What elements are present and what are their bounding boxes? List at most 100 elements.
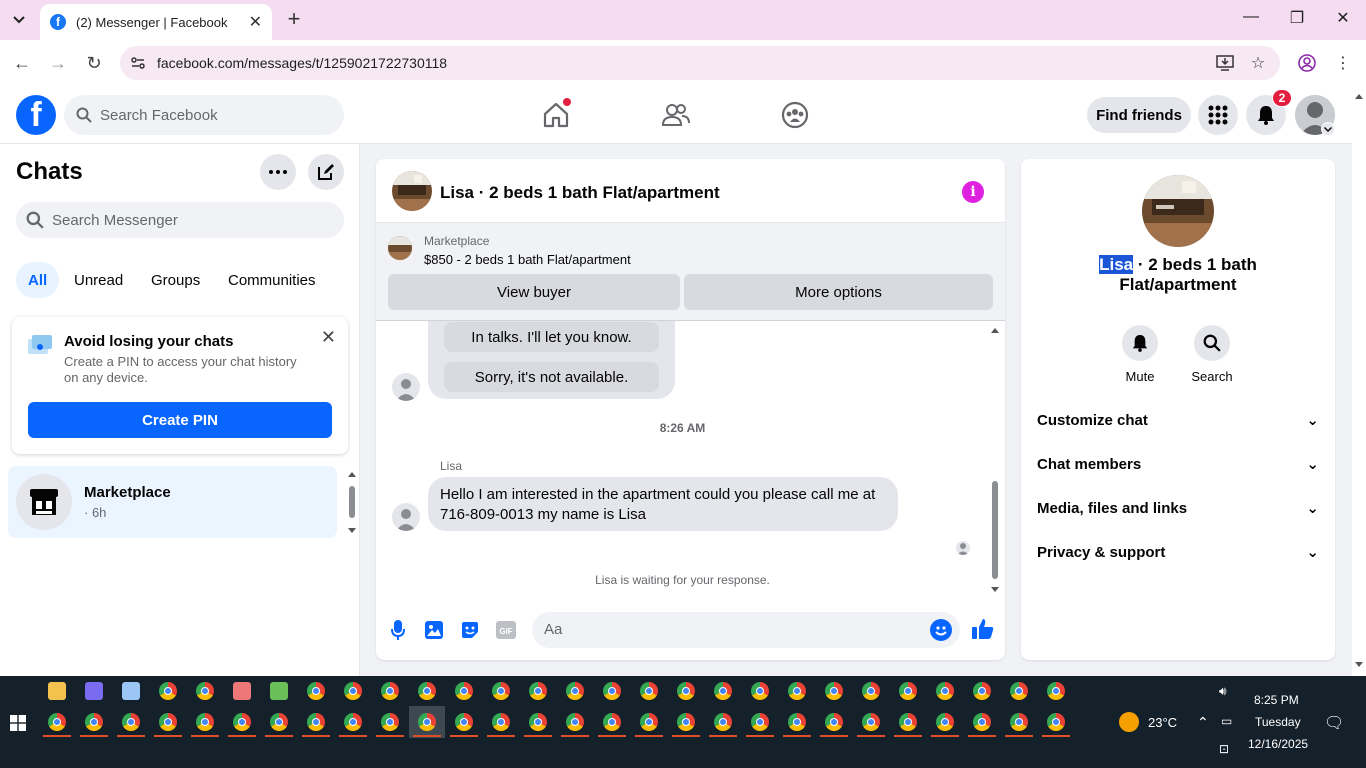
stack-taskbar-icon[interactable]	[270, 682, 288, 700]
facebook-logo[interactable]: f	[16, 95, 56, 135]
filter-all[interactable]: All	[16, 262, 60, 298]
install-app-icon[interactable]	[1216, 54, 1234, 72]
close-tab-icon[interactable]: ✕	[249, 12, 262, 32]
view-buyer-button[interactable]: View buyer	[388, 274, 680, 310]
chrome-window-taskbar-icon[interactable]	[307, 713, 325, 731]
chrome-taskbar-icon[interactable]	[381, 682, 399, 700]
chrome-taskbar-icon[interactable]	[603, 682, 621, 700]
chrome-window-taskbar-icon[interactable]	[566, 713, 584, 731]
chrome-window-taskbar-icon[interactable]	[233, 713, 251, 731]
messenger-search-input[interactable]: Search Messenger	[16, 202, 344, 238]
chrome-taskbar-icon[interactable]	[1047, 682, 1065, 700]
chrome-taskbar-icon[interactable]	[455, 682, 473, 700]
page-scrollbar[interactable]	[1352, 86, 1366, 676]
chrome-window-taskbar-icon[interactable]	[751, 713, 769, 731]
message-bubble[interactable]: Hello I am interested in the apartment c…	[428, 477, 898, 531]
chrome-window-taskbar-icon[interactable]	[973, 713, 991, 731]
chrome-taskbar-icon[interactable]	[566, 682, 584, 700]
chrome-window-taskbar-icon[interactable]	[529, 713, 547, 731]
filter-communities[interactable]: Communities	[216, 262, 328, 298]
chrome-window-taskbar-icon[interactable]	[270, 713, 288, 731]
menu-grid-icon[interactable]	[1198, 95, 1238, 135]
chrome-window-taskbar-icon[interactable]	[603, 713, 621, 731]
keyboard-taskbar-icon[interactable]	[122, 682, 140, 700]
filter-unread[interactable]: Unread	[62, 262, 135, 298]
action-center-icon[interactable]: 🗨︎	[1324, 713, 1344, 733]
chrome-window-taskbar-icon[interactable]	[122, 713, 140, 731]
bookmark-star-icon[interactable]: ☆	[1249, 54, 1267, 72]
chrome-window-taskbar-icon[interactable]	[714, 713, 732, 731]
customize-chat-section[interactable]: Customize chat ⌄	[1037, 408, 1319, 432]
chat-members-section[interactable]: Chat members ⌄	[1037, 452, 1319, 476]
chrome-taskbar-icon[interactable]	[714, 682, 732, 700]
mute-action[interactable]: Mute	[1110, 325, 1170, 384]
chrome-taskbar-icon[interactable]	[677, 682, 695, 700]
chrome-taskbar-icon[interactable]	[788, 682, 806, 700]
privacy-support-section[interactable]: Privacy & support ⌄	[1037, 540, 1319, 564]
chrome-window-taskbar-icon[interactable]	[48, 713, 66, 731]
close-window-button[interactable]: ✕	[1320, 8, 1366, 28]
close-icon[interactable]: ✕	[321, 327, 336, 348]
filter-groups[interactable]: Groups	[139, 262, 212, 298]
chrome-taskbar-icon[interactable]	[973, 682, 991, 700]
more-options-button[interactable]: More options	[684, 274, 993, 310]
info-icon[interactable]: i	[962, 181, 984, 203]
more-options-icon[interactable]	[260, 154, 296, 190]
chrome-taskbar-icon[interactable]	[196, 682, 214, 700]
chrome-taskbar-icon[interactable]	[159, 682, 177, 700]
tray-chevron-up-icon[interactable]: ⌃	[1197, 714, 1209, 731]
listing-photo-avatar[interactable]	[392, 171, 432, 211]
chrome-taskbar-icon[interactable]	[640, 682, 658, 700]
microphone-icon[interactable]	[387, 619, 409, 641]
chrome-taskbar-icon[interactable]	[1010, 682, 1028, 700]
address-bar[interactable]: facebook.com/messages/t/1259021722730118…	[120, 46, 1280, 80]
folder-taskbar-icon[interactable]	[48, 682, 66, 700]
clock-time[interactable]: 8:25 PM	[1254, 693, 1299, 707]
message-input[interactable]: Aa	[532, 612, 960, 648]
listing-photo-large[interactable]	[1142, 175, 1214, 247]
copilot-taskbar-icon[interactable]	[85, 682, 103, 700]
chrome-window-taskbar-icon[interactable]	[899, 713, 917, 731]
new-message-icon[interactable]	[308, 154, 344, 190]
weather-sun-icon[interactable]	[1119, 712, 1139, 732]
sender-avatar[interactable]	[392, 373, 420, 401]
find-friends-button[interactable]: Find friends	[1087, 97, 1191, 133]
back-button[interactable]: ←	[10, 52, 34, 74]
quick-reply-in-talks[interactable]: In talks. I'll let you know.	[444, 322, 659, 352]
groups-nav-icon[interactable]	[778, 98, 812, 132]
chrome-window-taskbar-icon[interactable]	[85, 713, 103, 731]
media-files-section[interactable]: Media, files and links ⌄	[1037, 496, 1319, 520]
tab-search-chevron-icon[interactable]	[6, 8, 32, 32]
chrome-window-taskbar-icon[interactable]	[825, 713, 843, 731]
like-thumb-icon[interactable]	[971, 617, 995, 641]
chrome-window-taskbar-icon[interactable]	[492, 713, 510, 731]
chrome-window-taskbar-icon[interactable]	[677, 713, 695, 731]
temperature[interactable]: 23°C	[1148, 715, 1177, 730]
forward-button[interactable]: →	[46, 52, 70, 74]
browser-tab-active[interactable]: f (2) Messenger | Facebook ✕	[40, 4, 272, 40]
chrome-window-taskbar-icon[interactable]	[344, 713, 362, 731]
chrome-taskbar-icon[interactable]	[344, 682, 362, 700]
friends-nav-icon[interactable]	[659, 98, 693, 132]
chrome-window-taskbar-icon[interactable]	[1010, 713, 1028, 731]
reload-button[interactable]: ↻	[82, 52, 106, 74]
chrome-window-taskbar-icon[interactable]	[381, 713, 399, 731]
clock-day[interactable]: Tuesday	[1255, 715, 1301, 729]
chrome-window-taskbar-icon[interactable]	[196, 713, 214, 731]
speaker-icon[interactable]: 🔊︎	[1219, 684, 1227, 699]
chrome-window-taskbar-icon[interactable]	[936, 713, 954, 731]
chrome-taskbar-icon[interactable]	[751, 682, 769, 700]
chrome-window-taskbar-icon[interactable]	[159, 713, 177, 731]
sender-avatar-lisa[interactable]	[392, 503, 420, 531]
chrome-taskbar-icon[interactable]	[418, 682, 436, 700]
windows-start-icon[interactable]	[10, 715, 26, 731]
account-chevron-icon[interactable]	[1321, 122, 1335, 136]
chrome-taskbar-icon[interactable]	[492, 682, 510, 700]
chrome-taskbar-icon[interactable]	[529, 682, 547, 700]
chrome-window-taskbar-icon[interactable]	[640, 713, 658, 731]
chrome-taskbar-icon[interactable]	[307, 682, 325, 700]
network-icon[interactable]: ▭	[1221, 714, 1232, 728]
sticker-icon[interactable]	[459, 619, 481, 641]
chrome-window-taskbar-icon[interactable]	[418, 713, 436, 731]
listing-thumbnail[interactable]	[388, 236, 412, 260]
